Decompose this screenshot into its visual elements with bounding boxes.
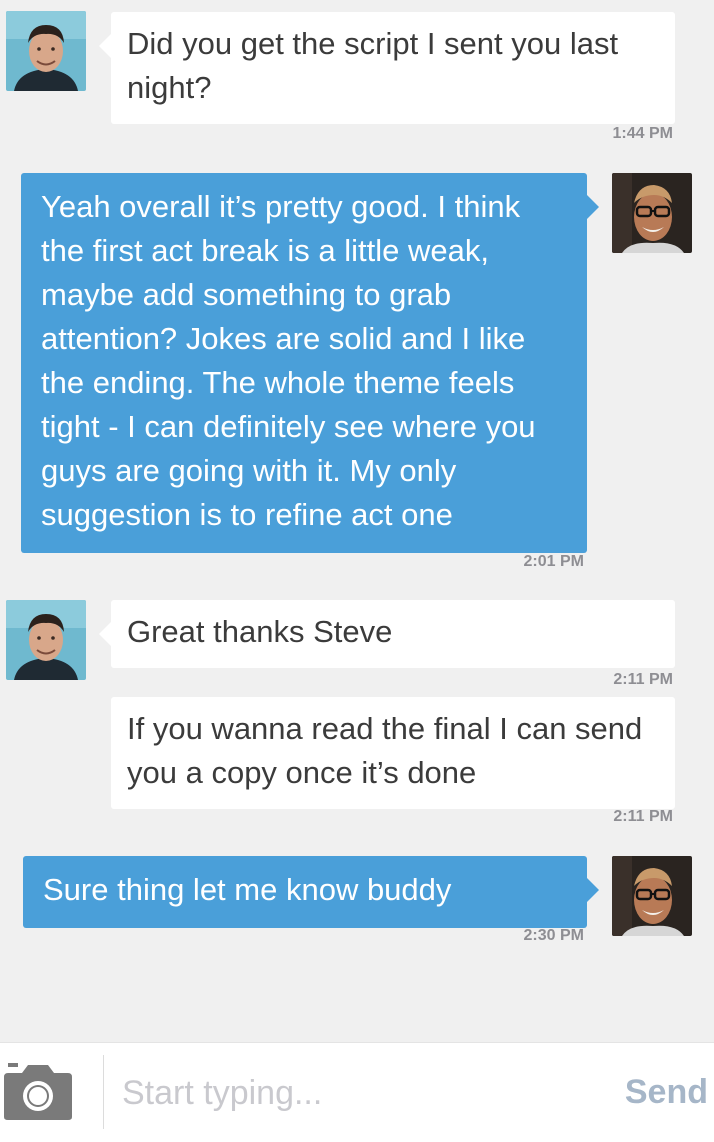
- message-text: Great thanks Steve: [127, 614, 393, 649]
- message-timestamp: 2:11 PM: [613, 808, 673, 825]
- message-bubble[interactable]: Yeah overall it’s pretty good. I think t…: [21, 173, 599, 553]
- message-timestamp: 2:11 PM: [613, 671, 673, 688]
- message-timestamp: 2:01 PM: [523, 553, 584, 570]
- message-bubble[interactable]: If you wanna read the final I can send y…: [111, 697, 675, 809]
- message-bubble[interactable]: Great thanks Steve: [99, 600, 675, 668]
- message-timestamp: 1:44 PM: [612, 125, 673, 142]
- composer-bar: Send: [0, 1042, 714, 1142]
- message-input[interactable]: [122, 1065, 592, 1121]
- message-timestamp: 2:30 PM: [523, 927, 584, 944]
- message-bubble[interactable]: Did you get the script I sent you last n…: [99, 12, 675, 124]
- user-avatar[interactable]: [612, 173, 692, 253]
- contact-avatar[interactable]: [6, 11, 86, 91]
- message-bubble[interactable]: Sure thing let me know buddy: [23, 856, 599, 928]
- composer-divider: [103, 1055, 104, 1129]
- contact-avatar[interactable]: [6, 600, 86, 680]
- camera-icon[interactable]: [2, 1063, 74, 1121]
- send-button[interactable]: Send: [625, 1073, 708, 1112]
- message-text: If you wanna read the final I can send y…: [127, 711, 643, 790]
- message-thread[interactable]: Did you get the script I sent you last n…: [0, 0, 714, 1042]
- message-text: Sure thing let me know buddy: [43, 872, 452, 907]
- message-text: Yeah overall it’s pretty good. I think t…: [41, 189, 536, 532]
- user-avatar[interactable]: [612, 856, 692, 936]
- message-text: Did you get the script I sent you last n…: [127, 26, 619, 105]
